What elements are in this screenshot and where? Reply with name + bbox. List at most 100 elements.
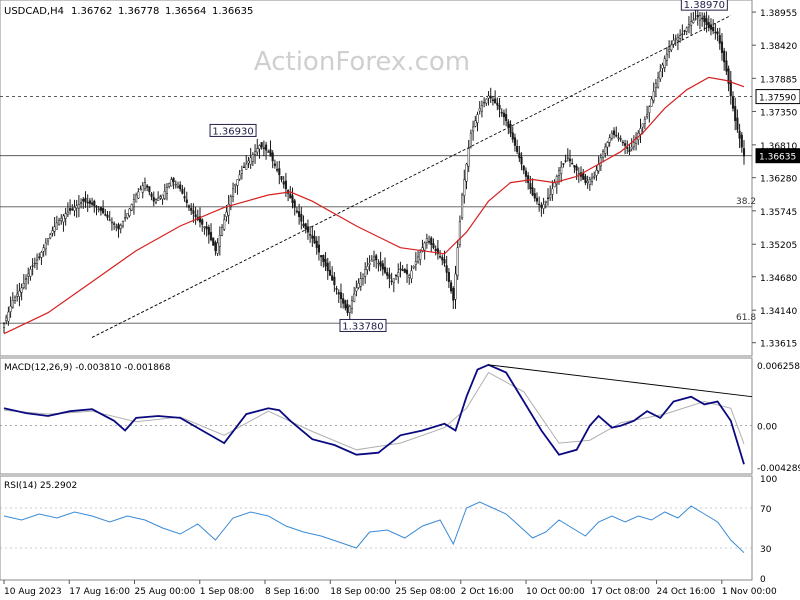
candle-body [608, 137, 611, 143]
candle-body [295, 210, 298, 213]
candle-body [62, 215, 65, 223]
candle-body [670, 44, 673, 51]
candle-body [176, 186, 180, 188]
candle-body [236, 179, 239, 186]
candle-body [366, 265, 369, 270]
candle-body [643, 118, 646, 124]
candle-body [509, 124, 512, 134]
price-tick-label: 1.37885 [760, 75, 797, 85]
candle-body [53, 226, 56, 232]
macd-tick-label: 0.006258 [757, 362, 800, 372]
candle-body [115, 226, 118, 228]
candle-body [562, 163, 565, 165]
candle-body [668, 49, 671, 52]
candle-body [161, 194, 164, 200]
chart-background [0, 0, 800, 600]
candle-body [309, 234, 312, 236]
candle-body [60, 217, 63, 221]
candle-body [714, 31, 717, 34]
macd-tick-label: 0.00 [757, 423, 777, 433]
candle-body [273, 163, 276, 166]
candle-body [428, 241, 431, 243]
candle-body [560, 166, 563, 174]
candle-body [353, 293, 356, 302]
candle-body [731, 96, 735, 109]
candle-body [223, 219, 226, 230]
candle-body [214, 241, 217, 251]
candle-body [91, 202, 94, 205]
candle-body [27, 273, 30, 277]
candle-body [51, 230, 54, 234]
candle-body [289, 193, 292, 199]
candle-body [194, 214, 197, 217]
candle-body [461, 194, 464, 219]
candle-body [729, 80, 732, 97]
candle-body [271, 152, 274, 162]
time-tick-label: 10 Aug 2023 [4, 587, 62, 597]
candle-body [434, 248, 437, 251]
candle-body [657, 77, 660, 88]
price-tick-label: 1.34140 [760, 307, 797, 317]
candle-body [225, 211, 228, 217]
candle-body [80, 202, 83, 204]
candle-body [29, 269, 32, 277]
candle-body [179, 184, 182, 190]
candle-body [298, 211, 301, 217]
candle-body [718, 35, 721, 44]
candle-body [610, 132, 613, 139]
candle-body [243, 166, 246, 169]
candle-body [709, 24, 713, 30]
price-annotation: 1.33780 [339, 318, 387, 332]
candle-body [388, 274, 391, 279]
candle-body [439, 256, 442, 258]
candle-body [137, 191, 140, 199]
candle-body [157, 197, 160, 201]
candle-body [172, 177, 175, 183]
candle-body [606, 142, 609, 148]
candle-body [478, 108, 481, 112]
candle-body [350, 300, 354, 309]
candle-body [386, 272, 389, 276]
candle-body [35, 259, 39, 264]
candle-body [66, 211, 69, 215]
candle-body [619, 138, 622, 140]
candle-body [723, 50, 726, 63]
candle-body [38, 256, 41, 258]
time-tick-label: 8 Sep 16:00 [265, 587, 320, 597]
candle-body [690, 21, 693, 26]
candle-body [425, 238, 428, 243]
candle-body [705, 18, 708, 26]
candle-body [320, 255, 323, 258]
high-value: 1.36778 [118, 6, 159, 17]
candle-body [712, 27, 715, 32]
candle-body [553, 182, 556, 188]
candle-body [392, 278, 395, 283]
candle-body [401, 269, 404, 272]
candle-body [696, 14, 699, 18]
candle-body [331, 275, 334, 281]
candle-body [375, 255, 378, 261]
price-level-label: 1.36635 [759, 153, 796, 163]
candle-body [423, 242, 426, 251]
candle-body [412, 265, 415, 269]
candle-body [494, 98, 497, 104]
candle-body [458, 221, 461, 246]
candle-body [13, 296, 17, 301]
candle-body [621, 141, 624, 144]
candle-body [33, 262, 36, 265]
candle-body [218, 235, 221, 247]
candle-body [465, 163, 468, 182]
candle-body [615, 134, 618, 137]
candle-body [234, 183, 237, 187]
candle-body [531, 187, 534, 196]
candle-body [736, 117, 739, 130]
candle-body [593, 176, 596, 178]
candle-body [679, 35, 682, 39]
candle-body [99, 207, 102, 211]
candle-body [207, 227, 210, 235]
candle-body [190, 208, 193, 211]
candle-body [212, 237, 215, 246]
price-tick-label: 1.35745 [760, 208, 797, 218]
price-tick-label: 1.34680 [760, 274, 797, 284]
candle-body [533, 193, 536, 199]
